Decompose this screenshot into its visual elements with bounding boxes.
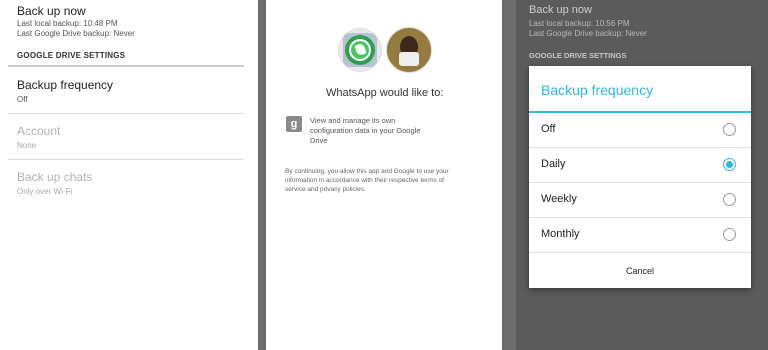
- disclaimer-line-1: By continuing, you allow this app and Go…: [285, 168, 449, 175]
- section-header: GOOGLE DRIVE SETTINGS: [17, 51, 126, 60]
- radio-button-selected[interactable]: [723, 158, 736, 171]
- permission-line-2: configuration data in your Google: [310, 126, 421, 135]
- last-drive-backup: Last Google Drive backup: Never: [17, 29, 135, 38]
- option-monthly[interactable]: Monthly: [529, 218, 751, 253]
- option-weekly[interactable]: Weekly: [529, 183, 751, 218]
- backup-frequency-dialog: Backup frequency Off Daily Weekly Monthl…: [529, 66, 751, 288]
- radio-button[interactable]: [723, 228, 736, 241]
- permission-line-1: View and manage its own: [310, 116, 396, 125]
- user-avatar: [386, 27, 432, 73]
- backup-chats-value: Only over Wi-Fi: [17, 187, 73, 196]
- last-local-backup: Last local backup: 10:48 PM: [17, 19, 118, 28]
- cancel-button[interactable]: Cancel: [529, 255, 751, 288]
- option-daily[interactable]: Daily: [529, 148, 751, 183]
- option-label: Off: [541, 123, 556, 135]
- row-divider: [8, 159, 244, 160]
- last-drive-backup-dimmed: Last Google Drive backup: Never: [529, 29, 647, 38]
- option-label: Daily: [541, 158, 566, 170]
- dialog-title: Backup frequency: [541, 82, 654, 98]
- settings-panel: Back up now Last local backup: 10:48 PM …: [0, 0, 258, 350]
- whatsapp-icon: [338, 28, 382, 72]
- radio-button[interactable]: [723, 123, 736, 136]
- backup-frequency-value: Off: [17, 95, 28, 104]
- disclaimer-line-2: information in accordance with their res…: [285, 177, 444, 184]
- disclaimer-line-3: service and privacy policies.: [285, 186, 366, 193]
- account-value: None: [17, 141, 37, 150]
- google-plus-icon: g: [286, 116, 302, 132]
- backup-chats-title: Back up chats: [17, 170, 93, 184]
- permission-request-title: WhatsApp would like to:: [326, 87, 444, 99]
- row-divider: [8, 113, 244, 114]
- backup-frequency-title: Backup frequency: [17, 78, 114, 92]
- option-label: Monthly: [541, 228, 580, 240]
- section-header-dimmed: GOOGLE DRIVE SETTINGS: [529, 51, 627, 60]
- account-title: Account: [17, 124, 61, 138]
- panel-separator: [258, 0, 266, 350]
- option-off[interactable]: Off: [529, 113, 751, 148]
- frequency-dialog-panel: Back up now Last local backup: 10:56 PM …: [516, 0, 768, 350]
- radio-button[interactable]: [723, 193, 736, 206]
- backup-now-dimmed: Back up now: [529, 4, 592, 16]
- backup-now-button[interactable]: Back up now: [17, 4, 86, 18]
- last-local-backup-dimmed: Last local backup: 10:56 PM: [529, 19, 630, 28]
- section-divider: [8, 65, 244, 67]
- panel-separator: [502, 0, 516, 350]
- permission-line-3: Drive: [310, 136, 328, 145]
- option-label: Weekly: [541, 193, 577, 205]
- permission-panel: WhatsApp would like to: g View and manag…: [266, 0, 502, 350]
